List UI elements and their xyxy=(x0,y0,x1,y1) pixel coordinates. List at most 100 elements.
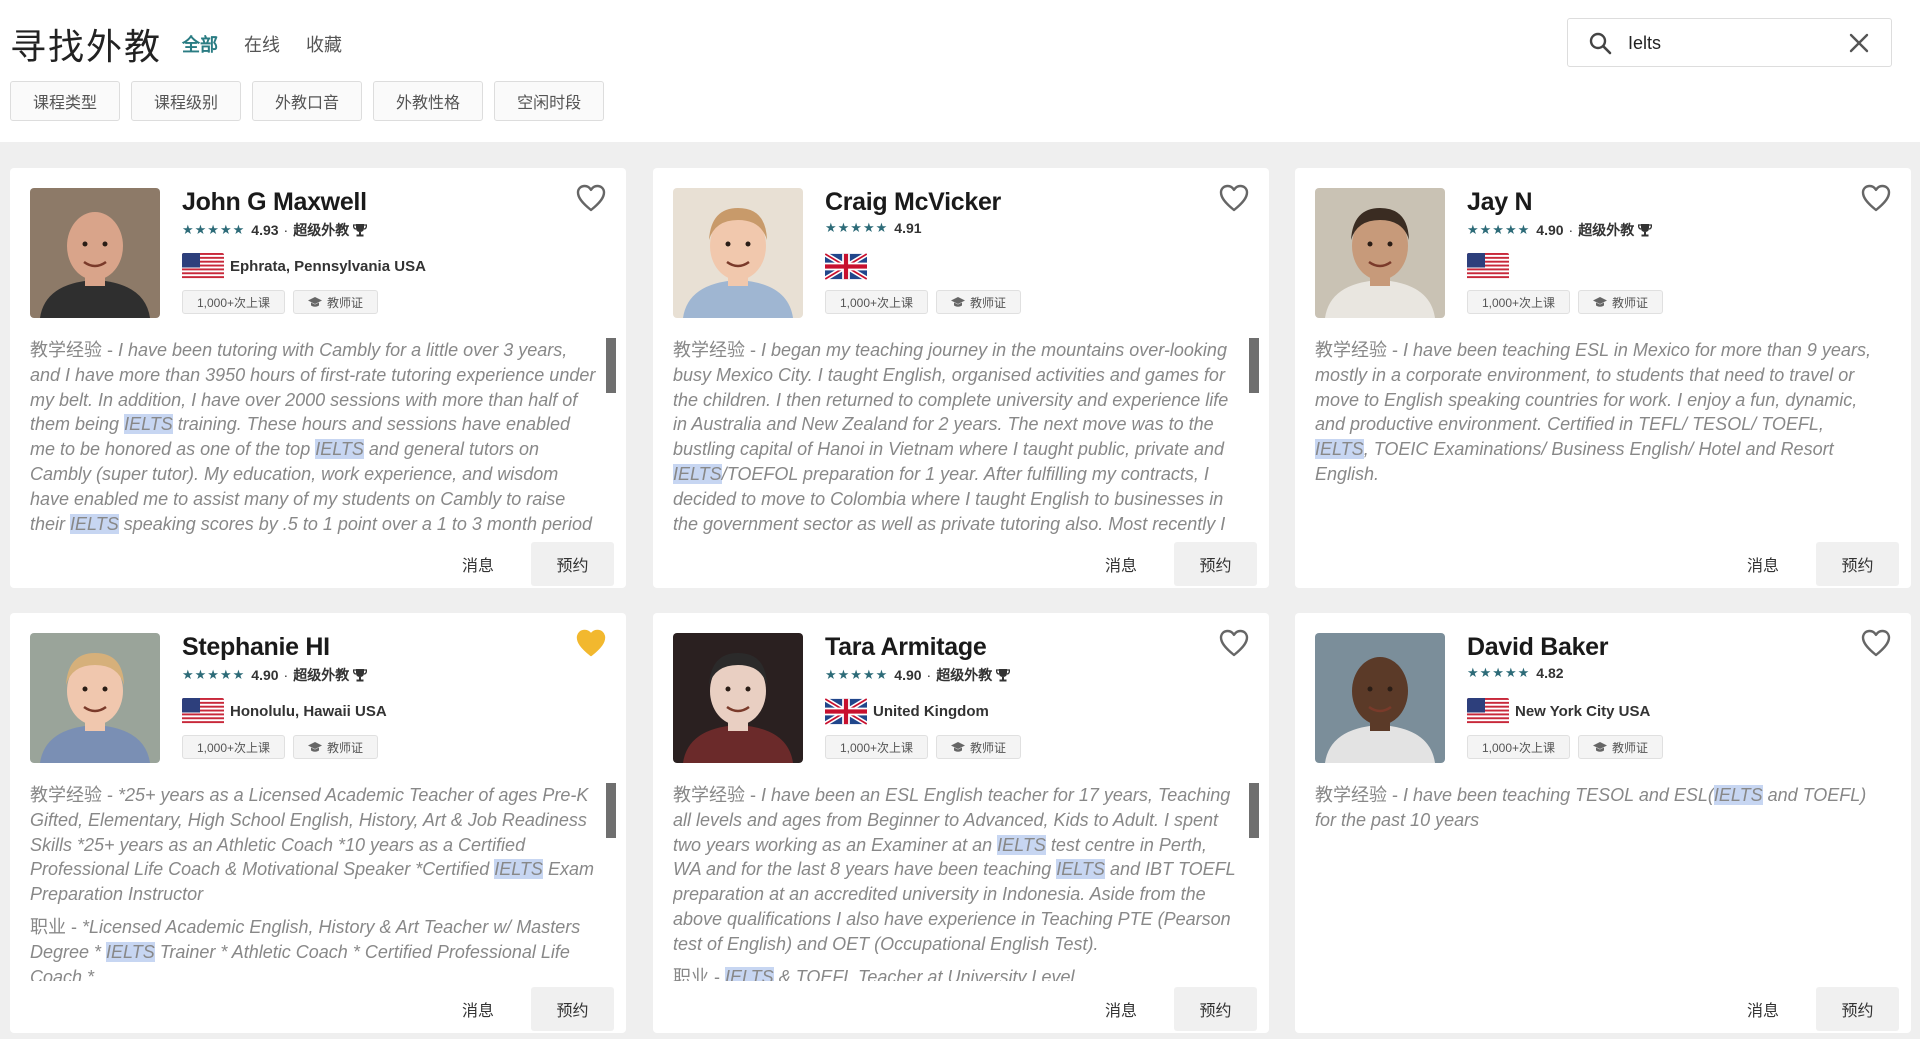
heart-icon[interactable] xyxy=(576,629,606,657)
tutor-avatar[interactable] xyxy=(1315,633,1445,763)
heart-icon[interactable] xyxy=(1861,629,1891,657)
rating-value: 4.90 xyxy=(1536,222,1564,238)
message-button[interactable]: 消息 xyxy=(1093,542,1149,586)
rating-stars: ★★★★★ xyxy=(1467,665,1531,680)
tutor-avatar[interactable] xyxy=(30,188,160,318)
scrollbar-thumb[interactable] xyxy=(606,338,616,393)
lessons-badge: 1,000+次上课 xyxy=(182,290,286,314)
bio-label: 教学经验 - xyxy=(1315,785,1403,805)
tutor-avatar[interactable] xyxy=(673,188,803,318)
lessons-badge: 1,000+次上课 xyxy=(1467,735,1571,759)
book-button[interactable]: 预约 xyxy=(1816,542,1899,586)
tutor-name[interactable]: Stephanie HI xyxy=(182,633,330,662)
message-button[interactable]: 消息 xyxy=(450,542,506,586)
bio-scroll-area[interactable]: 教学经验 - I began my teaching journey in th… xyxy=(673,338,1251,536)
tutor-name[interactable]: John G Maxwell xyxy=(182,188,367,217)
tab-favorites[interactable]: 收藏 xyxy=(306,31,342,57)
rating-value: 4.82 xyxy=(1536,665,1564,681)
tutor-bio: 教学经验 - I began my teaching journey in th… xyxy=(673,340,1229,534)
filter-course-level-button[interactable]: 课程级别 xyxy=(131,81,242,121)
certificate-badge: 教师证 xyxy=(1578,735,1664,759)
tutor-avatar[interactable] xyxy=(30,633,160,763)
book-button[interactable]: 预约 xyxy=(1174,987,1257,1031)
message-button[interactable]: 消息 xyxy=(1093,987,1149,1031)
lessons-badge: 1,000+次上课 xyxy=(825,290,929,314)
rating-row: ★★★★★ 4.91 xyxy=(825,220,922,236)
message-button[interactable]: 消息 xyxy=(1735,987,1791,1031)
tutor-card[interactable]: John G Maxwell ★★★★★ 4.93 · 超级外教 Ephrata, Pen… xyxy=(10,168,626,588)
tutor-name[interactable]: Tara Armitage xyxy=(825,633,987,662)
location-row: New York City USA xyxy=(1467,697,1650,725)
tutor-name[interactable]: Craig McVicker xyxy=(825,188,1001,217)
page-title: 寻找外教 xyxy=(10,26,163,67)
tutor-card[interactable]: Tara Armitage ★★★★★ 4.90 · 超级外教 United Kingdo… xyxy=(653,613,1269,1033)
separator-dot: · xyxy=(1568,222,1574,238)
lessons-badge: 1,000+次上课 xyxy=(1467,290,1571,314)
book-button[interactable]: 预约 xyxy=(531,542,614,586)
lessons-badge-label: 1,000+次上课 xyxy=(197,295,271,310)
bio-label: 教学经验 - xyxy=(1315,340,1403,360)
tab-all[interactable]: 全部 xyxy=(182,31,218,57)
search-box xyxy=(1567,18,1892,67)
rating-row: ★★★★★ 4.93 · 超级外教 xyxy=(182,220,368,240)
certificate-badge: 教师证 xyxy=(293,735,379,759)
uk-flag-icon xyxy=(825,697,867,725)
certificate-badge-label: 教师证 xyxy=(327,740,364,755)
scrollbar-thumb[interactable] xyxy=(1249,338,1259,393)
heart-icon[interactable] xyxy=(1219,184,1249,212)
certificate-badge-label: 教师证 xyxy=(327,295,364,310)
search-input[interactable] xyxy=(1628,29,1828,57)
badge-row: 1,000+次上课 教师证 xyxy=(825,290,1022,314)
bio-scroll-area[interactable]: 教学经验 - I have been tutoring with Cambly … xyxy=(30,338,608,536)
occupation-label: 职业 - xyxy=(673,966,725,981)
tutor-avatar[interactable] xyxy=(1315,188,1445,318)
tutor-occupation: 职业 - *Licensed Academic English, History… xyxy=(30,916,581,981)
tab-online[interactable]: 在线 xyxy=(244,31,280,57)
rating-stars: ★★★★★ xyxy=(182,222,246,237)
scrollbar-thumb[interactable] xyxy=(606,783,616,838)
book-button[interactable]: 预约 xyxy=(531,987,614,1031)
scrollbar-thumb[interactable] xyxy=(1249,783,1259,838)
bio-scroll-area[interactable]: 教学经验 - I have been an ESL English teache… xyxy=(673,783,1251,981)
book-button[interactable]: 预约 xyxy=(1174,542,1257,586)
tutor-card[interactable]: Jay N ★★★★★ 4.90 · 超级外教 1,000+次上课 教师证 教学经验 - I … xyxy=(1295,168,1911,588)
tutor-name[interactable]: Jay N xyxy=(1467,188,1533,217)
super-tutor-label: 超级外教 xyxy=(936,667,993,683)
tutor-card[interactable]: Craig McVicker ★★★★★ 4.91 1,000+次上课 教师证教学经验 … xyxy=(653,168,1269,588)
certificate-badge-label: 教师证 xyxy=(970,740,1007,755)
heart-icon[interactable] xyxy=(1219,629,1249,657)
tutor-card[interactable]: Stephanie HI ★★★★★ 4.90 · 超级外教 Honolulu, Hawa… xyxy=(10,613,626,1033)
tutor-avatar[interactable] xyxy=(673,633,803,763)
super-tutor-label: 超级外教 xyxy=(1578,222,1635,238)
filter-availability-button[interactable]: 空闲时段 xyxy=(494,81,605,121)
separator-dot: · xyxy=(926,667,932,683)
message-button[interactable]: 消息 xyxy=(450,987,506,1031)
filter-accent-button[interactable]: 外教口音 xyxy=(252,81,363,121)
trophy-icon xyxy=(1638,223,1653,237)
search-highlight: IELTS xyxy=(725,966,774,981)
bio-scroll-area[interactable]: 教学经验 - I have been teaching TESOL and ES… xyxy=(1315,783,1893,981)
tutor-card[interactable]: David Baker ★★★★★ 4.82 New York City USA 1,0… xyxy=(1295,613,1911,1033)
us-flag-icon xyxy=(182,697,224,725)
certificate-badge-label: 教师证 xyxy=(1612,295,1649,310)
filter-course-type-button[interactable]: 课程类型 xyxy=(10,81,121,121)
trophy-icon xyxy=(353,223,368,237)
close-icon[interactable] xyxy=(1848,32,1870,54)
filter-personality-button[interactable]: 外教性格 xyxy=(373,81,484,121)
search-highlight: IELTS xyxy=(106,941,155,962)
bio-scroll-area[interactable]: 教学经验 - *25+ years as a Licensed Academic… xyxy=(30,783,608,981)
heart-icon[interactable] xyxy=(576,184,606,212)
graduation-cap-icon xyxy=(308,296,323,308)
tutor-name[interactable]: David Baker xyxy=(1467,633,1609,662)
certificate-badge-label: 教师证 xyxy=(1612,740,1649,755)
book-button[interactable]: 预约 xyxy=(1816,987,1899,1031)
bio-scroll-area[interactable]: 教学经验 - I have been teaching ESL in Mexic… xyxy=(1315,338,1893,536)
search-highlight: IELTS xyxy=(1056,859,1105,880)
graduation-cap-icon xyxy=(308,741,323,753)
rating-stars: ★★★★★ xyxy=(825,220,889,235)
heart-icon[interactable] xyxy=(1861,184,1891,212)
lessons-badge-label: 1,000+次上课 xyxy=(840,295,914,310)
tutor-bio: 教学经验 - I have been teaching TESOL and ES… xyxy=(1315,785,1867,830)
us-flag-icon xyxy=(1467,697,1509,725)
message-button[interactable]: 消息 xyxy=(1735,542,1791,586)
